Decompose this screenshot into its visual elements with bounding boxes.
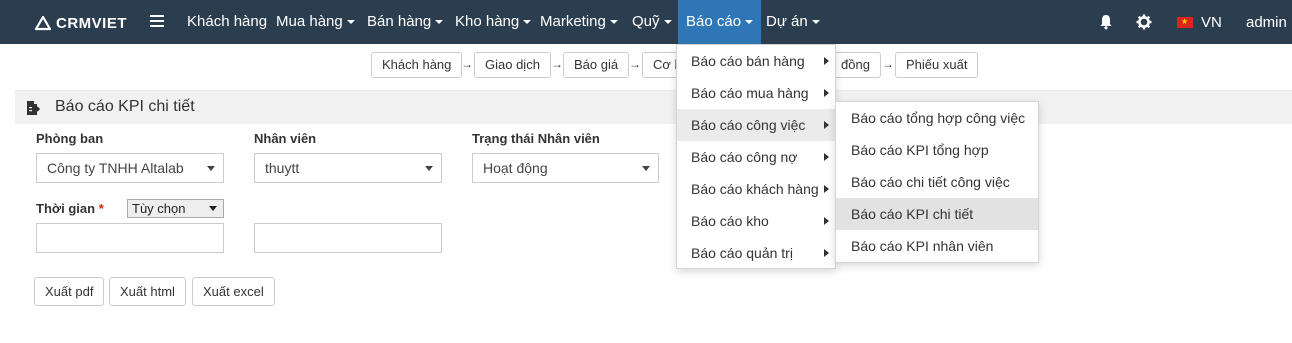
language-selector[interactable]: VN bbox=[1177, 0, 1222, 44]
process-steps: Khách hàng → Giao dịch → Báo giá → Cơ h … bbox=[0, 52, 1292, 78]
arrow-right-icon: → bbox=[551, 57, 563, 71]
submenu-item-kpi-staff[interactable]: Báo cáo KPI nhân viên bbox=[836, 230, 1038, 262]
caret-down-icon bbox=[435, 20, 444, 25]
nav-mua-hang[interactable]: Mua hàng bbox=[276, 0, 355, 44]
department-value: Công ty TNHH Altalab bbox=[47, 160, 184, 176]
submenu-arrow-icon bbox=[824, 89, 829, 97]
submenu-item-kpi-detail[interactable]: Báo cáo KPI chi tiết bbox=[836, 198, 1038, 230]
cloud-logo-icon bbox=[34, 15, 52, 31]
username: admin bbox=[1246, 13, 1287, 31]
caret-down-icon bbox=[663, 20, 672, 25]
time-mode-value: Tùy chọn bbox=[132, 201, 186, 216]
time-label: Thời gian * bbox=[36, 201, 104, 216]
submenu-arrow-icon bbox=[824, 217, 829, 225]
date-from-input[interactable] bbox=[36, 223, 224, 253]
dropdown-arrow-icon bbox=[209, 206, 217, 211]
date-to-input[interactable] bbox=[254, 223, 442, 253]
nav-khach-hang[interactable]: Khách hàng bbox=[187, 0, 267, 44]
arrow-right-icon: → bbox=[629, 57, 641, 71]
dropdown-arrow-icon bbox=[642, 166, 650, 171]
status-value: Hoạt động bbox=[483, 160, 548, 176]
page-title: Báo cáo KPI chi tiết bbox=[55, 98, 195, 115]
menu-item-work-report[interactable]: Báo cáo công việc bbox=[677, 109, 835, 141]
required-marker: * bbox=[98, 201, 104, 216]
submenu-item-kpi-summary[interactable]: Báo cáo KPI tổng hợp bbox=[836, 134, 1038, 166]
menu-item-purchase-report[interactable]: Báo cáo mua hàng bbox=[677, 77, 835, 109]
caret-down-icon bbox=[523, 20, 532, 25]
nav-ban-hang[interactable]: Bán hàng bbox=[367, 0, 444, 44]
caret-down-icon bbox=[346, 20, 355, 25]
vn-flag-icon bbox=[1177, 16, 1193, 28]
caret-down-icon bbox=[811, 20, 820, 25]
page-header: Báo cáo KPI chi tiết bbox=[15, 90, 1292, 124]
nav-bao-cao[interactable]: Báo cáo bbox=[678, 0, 762, 44]
brand-logo[interactable]: CRMVIET bbox=[34, 13, 127, 33]
staff-select[interactable]: thuytt bbox=[254, 153, 442, 183]
report-icon bbox=[27, 101, 40, 115]
step-bao-gia[interactable]: Báo giá bbox=[563, 52, 630, 78]
submenu-arrow-icon bbox=[824, 185, 829, 193]
export-html-button[interactable]: Xuất html bbox=[109, 277, 186, 306]
nav-du-an[interactable]: Dự án bbox=[766, 0, 820, 44]
department-select[interactable]: Công ty TNHH Altalab bbox=[36, 153, 224, 183]
menu-item-sales-report[interactable]: Báo cáo bán hàng bbox=[677, 45, 835, 77]
arrow-right-icon: → bbox=[882, 57, 894, 71]
time-mode-select[interactable]: Tùy chọn bbox=[127, 199, 224, 218]
user-menu[interactable]: admin bbox=[1246, 0, 1287, 44]
menu-item-customer-report[interactable]: Báo cáo khách hàng bbox=[677, 173, 835, 205]
step-khach-hang[interactable]: Khách hàng bbox=[371, 52, 463, 78]
department-label: Phòng ban bbox=[36, 131, 104, 146]
brand-name: CRMVIET bbox=[56, 14, 127, 32]
menu-item-warehouse-report[interactable]: Báo cáo kho bbox=[677, 205, 835, 237]
work-report-submenu: Báo cáo tổng hợp công việc Báo cáo KPI t… bbox=[835, 101, 1039, 263]
language-label: VN bbox=[1201, 13, 1222, 31]
submenu-item-work-detail[interactable]: Báo cáo chi tiết công việc bbox=[836, 166, 1038, 198]
submenu-arrow-icon bbox=[824, 249, 829, 257]
arrow-right-icon: → bbox=[461, 57, 473, 71]
nav-quy[interactable]: Quỹ bbox=[632, 0, 672, 44]
caret-down-icon bbox=[609, 20, 618, 25]
nav-marketing[interactable]: Marketing bbox=[540, 0, 618, 44]
export-excel-button[interactable]: Xuất excel bbox=[192, 277, 275, 306]
submenu-arrow-icon bbox=[824, 57, 829, 65]
step-phieu-xuat[interactable]: Phiếu xuất bbox=[895, 52, 979, 78]
nav-kho-hang[interactable]: Kho hàng bbox=[455, 0, 532, 44]
submenu-arrow-icon bbox=[824, 121, 829, 129]
hamburger-icon[interactable] bbox=[150, 15, 164, 29]
submenu-item-work-summary[interactable]: Báo cáo tổng hợp công việc bbox=[836, 102, 1038, 134]
step-hop-dong[interactable]: đồng bbox=[833, 52, 881, 78]
status-select[interactable]: Hoạt động bbox=[472, 153, 659, 183]
gear-icon[interactable] bbox=[1136, 0, 1152, 44]
time-label-text: Thời gian bbox=[36, 201, 96, 216]
menu-item-debt-report[interactable]: Báo cáo công nợ bbox=[677, 141, 835, 173]
dropdown-arrow-icon bbox=[207, 166, 215, 171]
submenu-arrow-icon bbox=[824, 153, 829, 161]
dropdown-arrow-icon bbox=[425, 166, 433, 171]
staff-value: thuytt bbox=[265, 160, 300, 176]
staff-label: Nhân viên bbox=[254, 131, 317, 146]
status-label: Trạng thái Nhân viên bbox=[472, 131, 600, 146]
caret-down-icon bbox=[745, 20, 754, 25]
export-pdf-button[interactable]: Xuất pdf bbox=[34, 277, 105, 306]
reports-dropdown-menu: Báo cáo bán hàng Báo cáo mua hàng Báo cá… bbox=[676, 44, 836, 269]
menu-item-admin-report[interactable]: Báo cáo quản trị bbox=[677, 237, 835, 269]
step-giao-dich[interactable]: Giao dịch bbox=[474, 52, 551, 78]
bell-icon[interactable] bbox=[1098, 0, 1114, 44]
top-navbar: CRMVIET Khách hàng Mua hàng Bán hàng Kho… bbox=[0, 0, 1292, 44]
